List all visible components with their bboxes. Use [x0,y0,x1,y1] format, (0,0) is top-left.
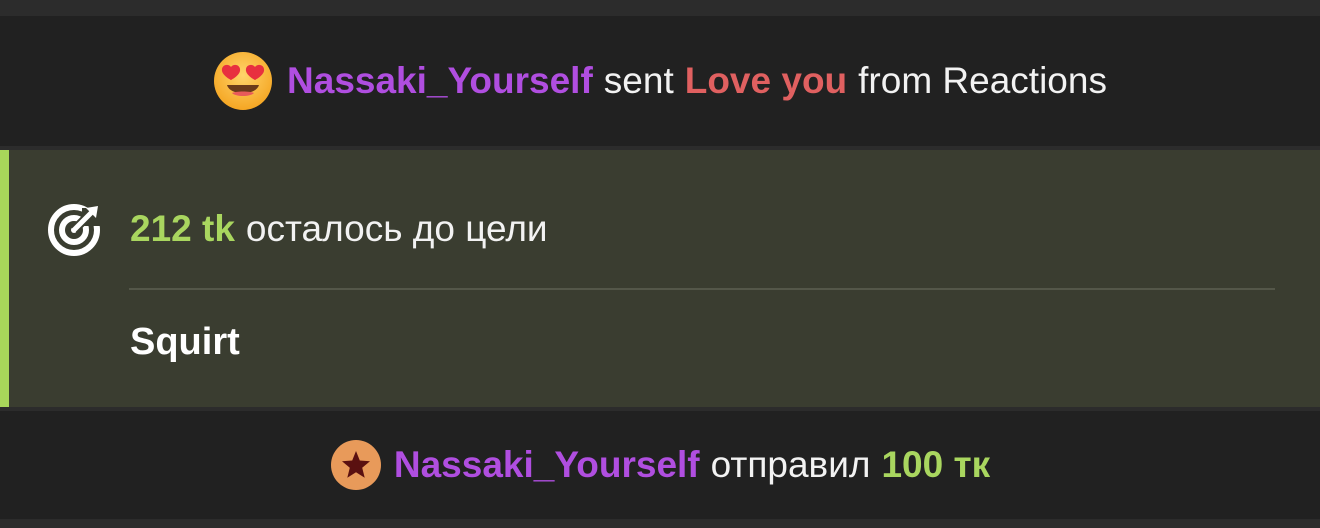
chat-feed: Nassaki_Yourself sent Love you from Reac… [0,0,1320,528]
goal-divider [129,288,1275,290]
tip-verb: отправил [710,444,871,485]
goal-amount: 212 tk [130,208,235,249]
reaction-suffix: from Reactions [858,60,1107,101]
tip-amount: 100 тк [881,444,991,485]
heart-eyes-emoji-icon [214,52,273,110]
goal-progress-line: 212 tk осталось до цели [46,200,548,258]
reaction-name: Love you [684,60,848,101]
target-icon [48,204,100,256]
goal-remaining-text: осталось до цели [245,208,548,249]
goal-card: 212 tk осталось до цели Squirt [0,150,1320,407]
reaction-message: Nassaki_Yourself sent Love you from Reac… [0,16,1320,146]
reaction-username[interactable]: Nassaki_Yourself [287,59,593,103]
tip-message: Nassaki_Yourself отправил 100 тк [0,411,1320,519]
goal-title: Squirt [130,321,240,363]
tip-username[interactable]: Nassaki_Yourself [394,443,700,487]
reaction-verb: sent [603,60,674,101]
star-badge-icon [330,440,381,490]
goal-accent-bar [0,150,9,407]
